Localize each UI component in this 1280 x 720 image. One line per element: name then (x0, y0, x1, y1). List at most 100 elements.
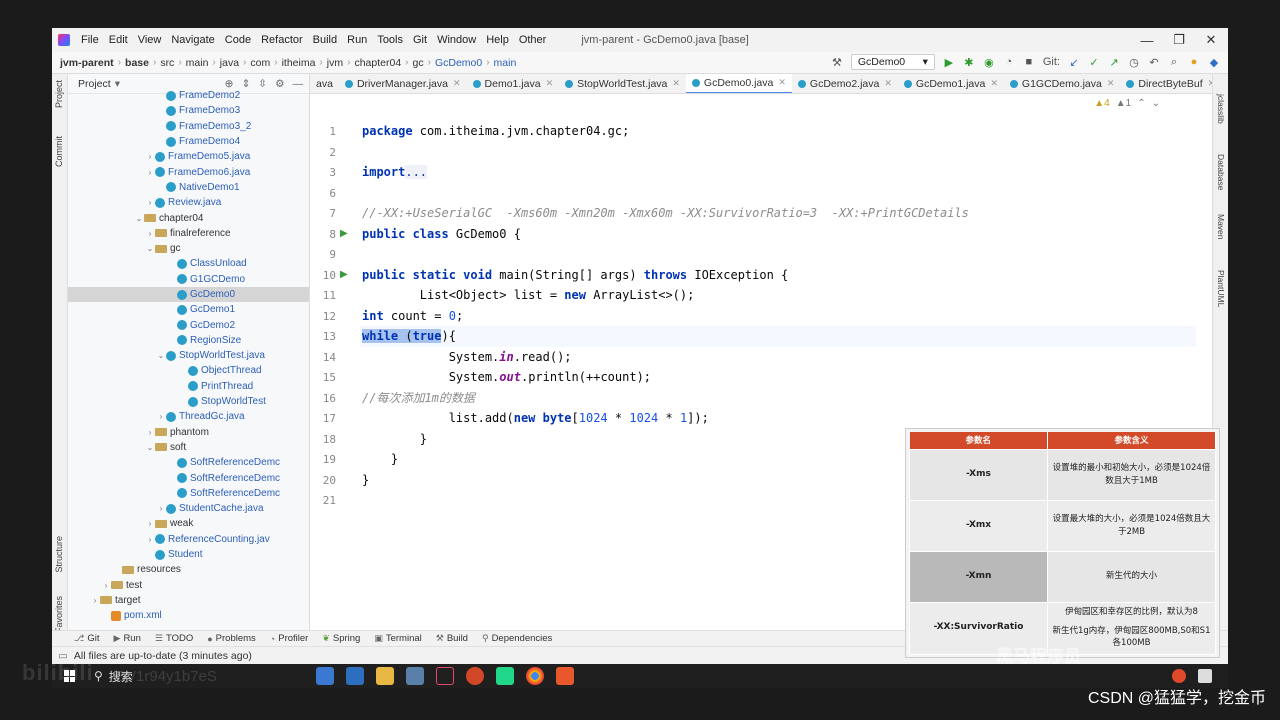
folder-icon[interactable] (376, 667, 394, 685)
tree-item[interactable]: ⌄ chapter04 (68, 210, 309, 225)
tree-item[interactable]: FrameDemo3_2 (68, 119, 309, 134)
menu-help[interactable]: Help (481, 34, 514, 46)
code-line[interactable] (360, 142, 362, 163)
tree-item[interactable]: › StudentCache.java (68, 501, 309, 516)
breadcrumb-item[interactable]: gc (413, 57, 424, 69)
editor-tab[interactable]: DriverManager.java ✕ (339, 74, 467, 93)
editor-tab[interactable]: Demo1.java ✕ (467, 74, 560, 93)
code-line[interactable]: package com.itheima.jvm.chapter04.gc; (360, 121, 629, 142)
tray-app-icon[interactable] (1172, 669, 1186, 683)
close-icon[interactable]: ✕ (546, 78, 554, 89)
tree-item[interactable]: SoftReferenceDemc (68, 455, 309, 470)
breadcrumb-item[interactable]: src (160, 57, 174, 69)
code-line[interactable]: public class GcDemo0 { (360, 224, 521, 245)
tree-item[interactable]: › phantom (68, 425, 309, 440)
menu-run[interactable]: Run (342, 34, 372, 46)
code-line[interactable]: } (360, 449, 398, 470)
chevron-right-icon[interactable]: › (156, 412, 166, 421)
tree-item[interactable]: ClassUnload (68, 256, 309, 271)
chevron-right-icon[interactable]: › (145, 198, 155, 207)
problems-tool-button[interactable]: ● Problems (207, 633, 256, 644)
tree-item[interactable]: GcDemo1 (68, 302, 309, 317)
tree-item[interactable]: FrameDemo2 (68, 88, 309, 103)
close-icon[interactable]: ✕ (672, 78, 680, 89)
tree-item[interactable]: › target (68, 593, 309, 608)
chevron-right-icon[interactable]: › (145, 428, 155, 437)
commit-tool-tab[interactable]: Commit (54, 136, 64, 167)
tree-item[interactable]: G1GCDemo (68, 272, 309, 287)
tree-item[interactable]: resources (68, 562, 309, 577)
code-line[interactable] (360, 183, 362, 204)
project-tool-tab[interactable]: Project (54, 80, 64, 108)
menu-code[interactable]: Code (220, 34, 256, 46)
tree-item[interactable]: ⌄ StopWorldTest.java (68, 348, 309, 363)
ide-update-icon[interactable]: ● (1188, 56, 1200, 68)
editor-tab[interactable]: StopWorldTest.java ✕ (559, 74, 686, 93)
tree-item[interactable]: RegionSize (68, 333, 309, 348)
close-icon[interactable]: ✕ (990, 78, 998, 89)
tree-item[interactable]: SoftReferenceDemc (68, 470, 309, 485)
search-everywhere-icon[interactable]: ⌕ (1168, 56, 1180, 69)
code-line[interactable]: System. out .println(++count); (360, 367, 651, 388)
run-gutter-icon[interactable]: ▶ (340, 228, 348, 239)
editor-tab[interactable]: DirectByteBuf✕ (1120, 74, 1221, 93)
code-line[interactable]: while (true){ (360, 326, 1196, 347)
chevron-right-icon[interactable]: › (145, 152, 155, 161)
code-line[interactable] (360, 490, 362, 511)
profile-icon[interactable]: ◔ (1003, 56, 1015, 68)
rollback-icon[interactable]: ↶ (1148, 56, 1160, 69)
tree-item[interactable]: › FrameDemo6.java (68, 164, 309, 179)
breadcrumb-item[interactable]: itheima (282, 57, 316, 69)
menu-navigate[interactable]: Navigate (166, 34, 219, 46)
editor-tab[interactable]: G1GCDemo.java ✕ (1004, 74, 1121, 93)
git-commit-icon[interactable]: ✓ (1088, 56, 1100, 69)
tree-item[interactable]: ⌄ soft (68, 440, 309, 455)
tree-item[interactable]: NativeDemo1 (68, 180, 309, 195)
tree-item[interactable]: › Review.java (68, 195, 309, 210)
chevron-right-icon[interactable]: › (145, 229, 155, 238)
build-tool-button[interactable]: ⚒ Build (436, 633, 468, 644)
run-icon[interactable]: ▶ (943, 56, 955, 69)
chevron-down-icon[interactable]: ⌄ (156, 351, 166, 360)
chevron-down-icon[interactable]: ⌄ (145, 244, 155, 253)
run-gutter-icon[interactable]: ▶ (340, 269, 348, 280)
code-line[interactable]: } (360, 429, 427, 450)
tree-item[interactable]: ⌄ gc (68, 241, 309, 256)
tree-item[interactable]: › FrameDemo5.java (68, 149, 309, 164)
run-configuration-select[interactable]: GcDemo0 ▾ (850, 54, 935, 70)
breadcrumb-item[interactable]: base (125, 57, 149, 69)
chevron-right-icon[interactable]: › (101, 581, 111, 590)
code-line[interactable]: List<Object> list = new ArrayList<>(); (360, 285, 695, 306)
menu-file[interactable]: File (76, 34, 104, 46)
database-tool-tab[interactable]: Database (1216, 154, 1226, 190)
editor-tab[interactable]: GcDemo2.java ✕ (792, 74, 898, 93)
close-icon[interactable]: ✕ (884, 78, 892, 89)
chevron-up-icon[interactable]: ⌃ (1137, 98, 1145, 109)
run-tool-button[interactable]: ▶ Run (114, 633, 141, 644)
git-tool-button[interactable]: ⎇ Git (74, 633, 100, 644)
breadcrumb-item[interactable]: java (220, 57, 239, 69)
build-hammer-icon[interactable]: ⚒ (831, 56, 843, 69)
menu-refactor[interactable]: Refactor (256, 34, 308, 46)
close-icon[interactable]: ✕ (778, 77, 786, 88)
tree-item[interactable]: FrameDemo4 (68, 134, 309, 149)
code-line[interactable]: list.add(new byte[1024 * 1024 * 1]); (360, 408, 709, 429)
git-update-icon[interactable]: ↙ (1068, 56, 1080, 69)
chevron-down-icon[interactable]: ⌄ (1152, 98, 1160, 109)
structure-tool-tab[interactable]: Structure (54, 536, 64, 573)
tree-item[interactable]: Student (68, 547, 309, 562)
tree-item[interactable]: FrameDemo3 (68, 103, 309, 118)
chevron-right-icon[interactable]: › (145, 168, 155, 177)
jclasslib-tool-tab[interactable]: jclasslib (1216, 94, 1226, 124)
plugin-icon[interactable]: ◆ (1208, 56, 1220, 69)
code-line[interactable]: import ... (360, 162, 428, 183)
code-line[interactable]: public static void main(String[] args) t… (360, 265, 788, 286)
coverage-icon[interactable]: ◉ (983, 56, 995, 69)
favorites-tool-tab[interactable]: Favorites (54, 596, 64, 633)
editor-tab[interactable]: GcDemo1.java ✕ (898, 74, 1004, 93)
powerpoint-icon[interactable] (466, 667, 484, 685)
chevron-down-icon[interactable]: ⌄ (134, 214, 144, 223)
tree-item[interactable]: SoftReferenceDemc (68, 486, 309, 501)
tree-item[interactable]: pom.xml (68, 608, 309, 623)
spring-tool-button[interactable]: ❦ Spring (322, 633, 360, 644)
